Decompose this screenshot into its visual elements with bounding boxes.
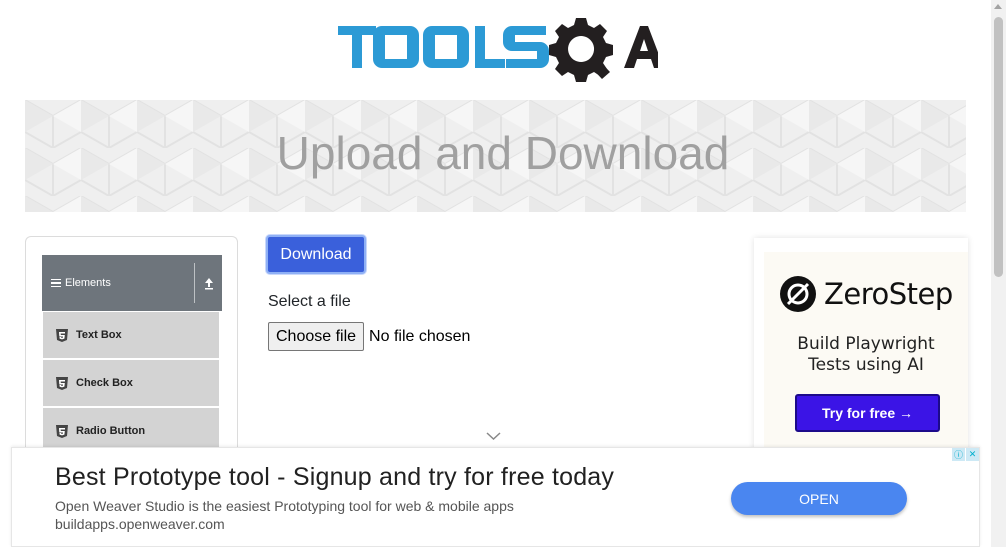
collapse-up-icon[interactable] <box>201 275 217 291</box>
ad-url[interactable]: buildapps.openweaver.com <box>55 516 225 532</box>
sidebar-item-label: Text Box <box>76 329 122 341</box>
html5-icon <box>56 376 68 390</box>
ad-close-icon[interactable]: ✕ <box>966 448 979 461</box>
left-sidebar: Elements Text Box Check Box Radio Button <box>25 236 238 476</box>
header-divider <box>194 263 195 303</box>
ad-description: Open Weaver Studio is the easiest Protot… <box>55 498 514 514</box>
sidebar-item-text-box[interactable]: Text Box <box>43 312 219 358</box>
logo-qa-mark <box>549 18 658 82</box>
scroll-thumb[interactable] <box>994 17 1003 277</box>
bottom-ad-banner[interactable]: ⓘ ✕ Best Prototype tool - Signup and try… <box>11 447 980 547</box>
select-file-label: Select a file <box>268 293 351 310</box>
sidebar-item-label: Radio Button <box>76 425 146 437</box>
sidebar-group-elements[interactable]: Elements <box>42 255 222 311</box>
html5-icon <box>56 328 68 342</box>
zerostep-subtitle: Build Playwright Tests using AI <box>764 334 968 376</box>
sidebar-item-label: Check Box <box>76 377 133 389</box>
zerostep-ad[interactable]: ZeroStep Build Playwright Tests using AI… <box>754 238 968 458</box>
zerostep-ad-panel: ZeroStep Build Playwright Tests using AI… <box>764 252 968 458</box>
zerostep-subtitle-line-2: Tests using AI <box>808 355 924 375</box>
try-for-free-button[interactable]: Try for free → <box>795 394 940 432</box>
zerostep-logo: ZeroStep <box>780 276 953 312</box>
chevron-down-icon[interactable] <box>486 431 501 441</box>
zerostep-brand: ZeroStep <box>824 277 953 311</box>
logo-tools-letters <box>338 26 549 68</box>
file-status-text: No file chosen <box>369 327 471 345</box>
ad-info-icon[interactable]: ⓘ <box>952 448 965 461</box>
zerostep-subtitle-line-1: Build Playwright <box>797 334 935 354</box>
page-title: Upload and Download <box>276 127 730 179</box>
sidebar-item-check-box[interactable]: Check Box <box>43 360 219 406</box>
scroll-up-arrow-icon[interactable] <box>994 4 1002 9</box>
ad-title[interactable]: Best Prototype tool - Signup and try for… <box>55 463 614 492</box>
hamburger-icon <box>51 278 61 288</box>
file-upload-input[interactable]: Choose file No file chosen <box>268 322 470 351</box>
download-button[interactable]: Download <box>266 235 366 274</box>
toolsqa-logo[interactable] <box>336 14 658 90</box>
ad-open-button[interactable]: OPEN <box>731 482 907 515</box>
page-scrollbar[interactable] <box>991 0 1006 547</box>
ad-badges: ⓘ ✕ <box>951 448 979 461</box>
html5-icon <box>56 424 68 438</box>
sidebar-group-label: Elements <box>65 277 111 289</box>
choose-file-button[interactable]: Choose file <box>268 322 365 351</box>
zerostep-logo-icon <box>780 276 816 312</box>
